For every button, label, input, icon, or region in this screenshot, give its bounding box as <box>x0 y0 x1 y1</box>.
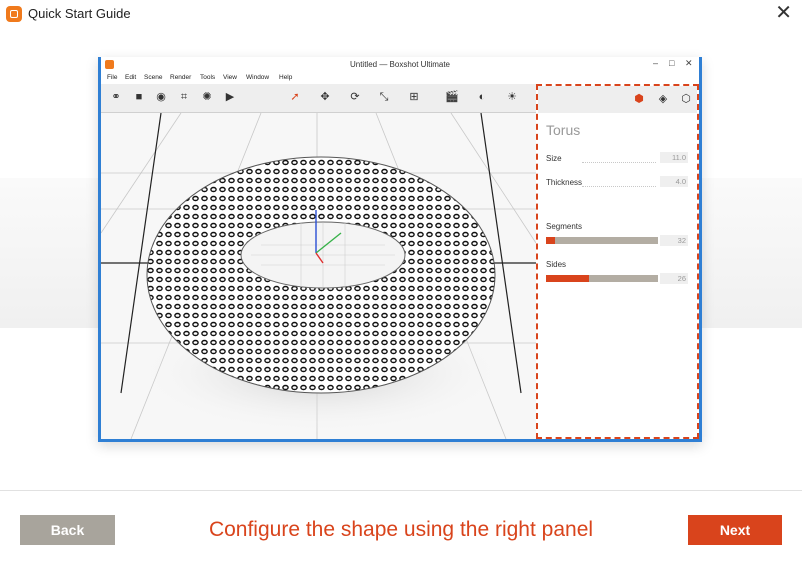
app-window-title: Untitled — Boxshot Ultimate <box>349 60 451 69</box>
sides-value[interactable]: 26 <box>660 273 688 284</box>
shape-cube-icon: ⬢ <box>634 93 644 105</box>
hierarchy-icon: ⚭ <box>111 91 121 103</box>
app-window-screenshot: Untitled — Boxshot Ultimate – □ ✕ File E… <box>98 57 702 442</box>
clapper-icon: 🎬 <box>445 91 459 103</box>
back-button[interactable]: Back <box>20 515 115 545</box>
next-button[interactable]: Next <box>688 515 782 545</box>
dialog-titlebar: Quick Start Guide ✕ <box>0 0 802 28</box>
menu-window: Window <box>246 74 270 81</box>
panel-toolbar: ⬢ ◈ ⬡ <box>538 86 697 113</box>
torus-shape <box>146 156 496 394</box>
scale-icon: ⤡ <box>379 91 389 103</box>
size-label: Size <box>546 154 562 163</box>
size-dots <box>582 161 656 163</box>
app-menubar: File Edit Scene Render Tools View Window… <box>101 72 699 84</box>
app-window-titlebar: Untitled — Boxshot Ultimate – □ ✕ <box>101 57 699 72</box>
sides-slider[interactable] <box>546 275 658 282</box>
thickness-value[interactable]: 4.0 <box>660 176 688 187</box>
menu-tools: Tools <box>200 74 216 81</box>
minimize-icon: – <box>653 58 659 68</box>
thickness-dots <box>582 185 656 187</box>
move-icon: ✥ <box>320 91 330 103</box>
material-icon: ◈ <box>658 93 668 105</box>
camera-icon: ▶ <box>225 91 235 103</box>
menu-help: Help <box>279 74 293 81</box>
render-icon: ◐ <box>478 91 486 103</box>
viewport-scene <box>101 113 536 439</box>
step-caption: Configure the shape using the right pane… <box>208 518 594 541</box>
app-logo-icon <box>6 6 22 22</box>
rotate-icon: ⟳ <box>350 91 360 103</box>
properties-panel: ⬢ ◈ ⬡ Torus Size 11.0 Thickness 4.0 Segm… <box>536 84 699 439</box>
sides-slider-fill <box>546 275 589 282</box>
panel-title: Torus <box>546 122 581 138</box>
fit-icon: ⊞ <box>409 91 419 103</box>
menu-view: View <box>223 74 237 81</box>
sides-label: Sides <box>546 260 567 269</box>
light-icon: ☀ <box>507 91 517 103</box>
box-icon: ■ <box>135 91 143 103</box>
menu-render: Render <box>170 74 192 81</box>
segments-value[interactable]: 32 <box>660 235 688 246</box>
select-arrow-icon: ➚ <box>290 91 300 103</box>
size-value[interactable]: 11.0 <box>660 152 688 163</box>
close-icon[interactable]: ✕ <box>775 2 792 24</box>
add-shape-icon: ⬡ <box>681 93 691 105</box>
window-close-icon: ✕ <box>685 58 693 68</box>
menu-file: File <box>107 74 118 81</box>
frame-icon: ⌗ <box>180 91 188 103</box>
segments-slider-fill <box>546 237 555 244</box>
object-icon: ◉ <box>156 91 166 103</box>
settings-icon: ✺ <box>202 91 212 103</box>
dialog-footer: Back Configure the shape using the right… <box>0 490 802 568</box>
maximize-icon: □ <box>669 58 675 68</box>
menu-edit: Edit <box>125 74 137 81</box>
segments-label: Segments <box>546 222 583 231</box>
dialog-title: Quick Start Guide <box>28 6 131 21</box>
segments-slider[interactable] <box>546 237 658 244</box>
thickness-label: Thickness <box>546 178 583 187</box>
menu-scene: Scene <box>144 74 163 81</box>
3d-viewport <box>101 113 536 439</box>
